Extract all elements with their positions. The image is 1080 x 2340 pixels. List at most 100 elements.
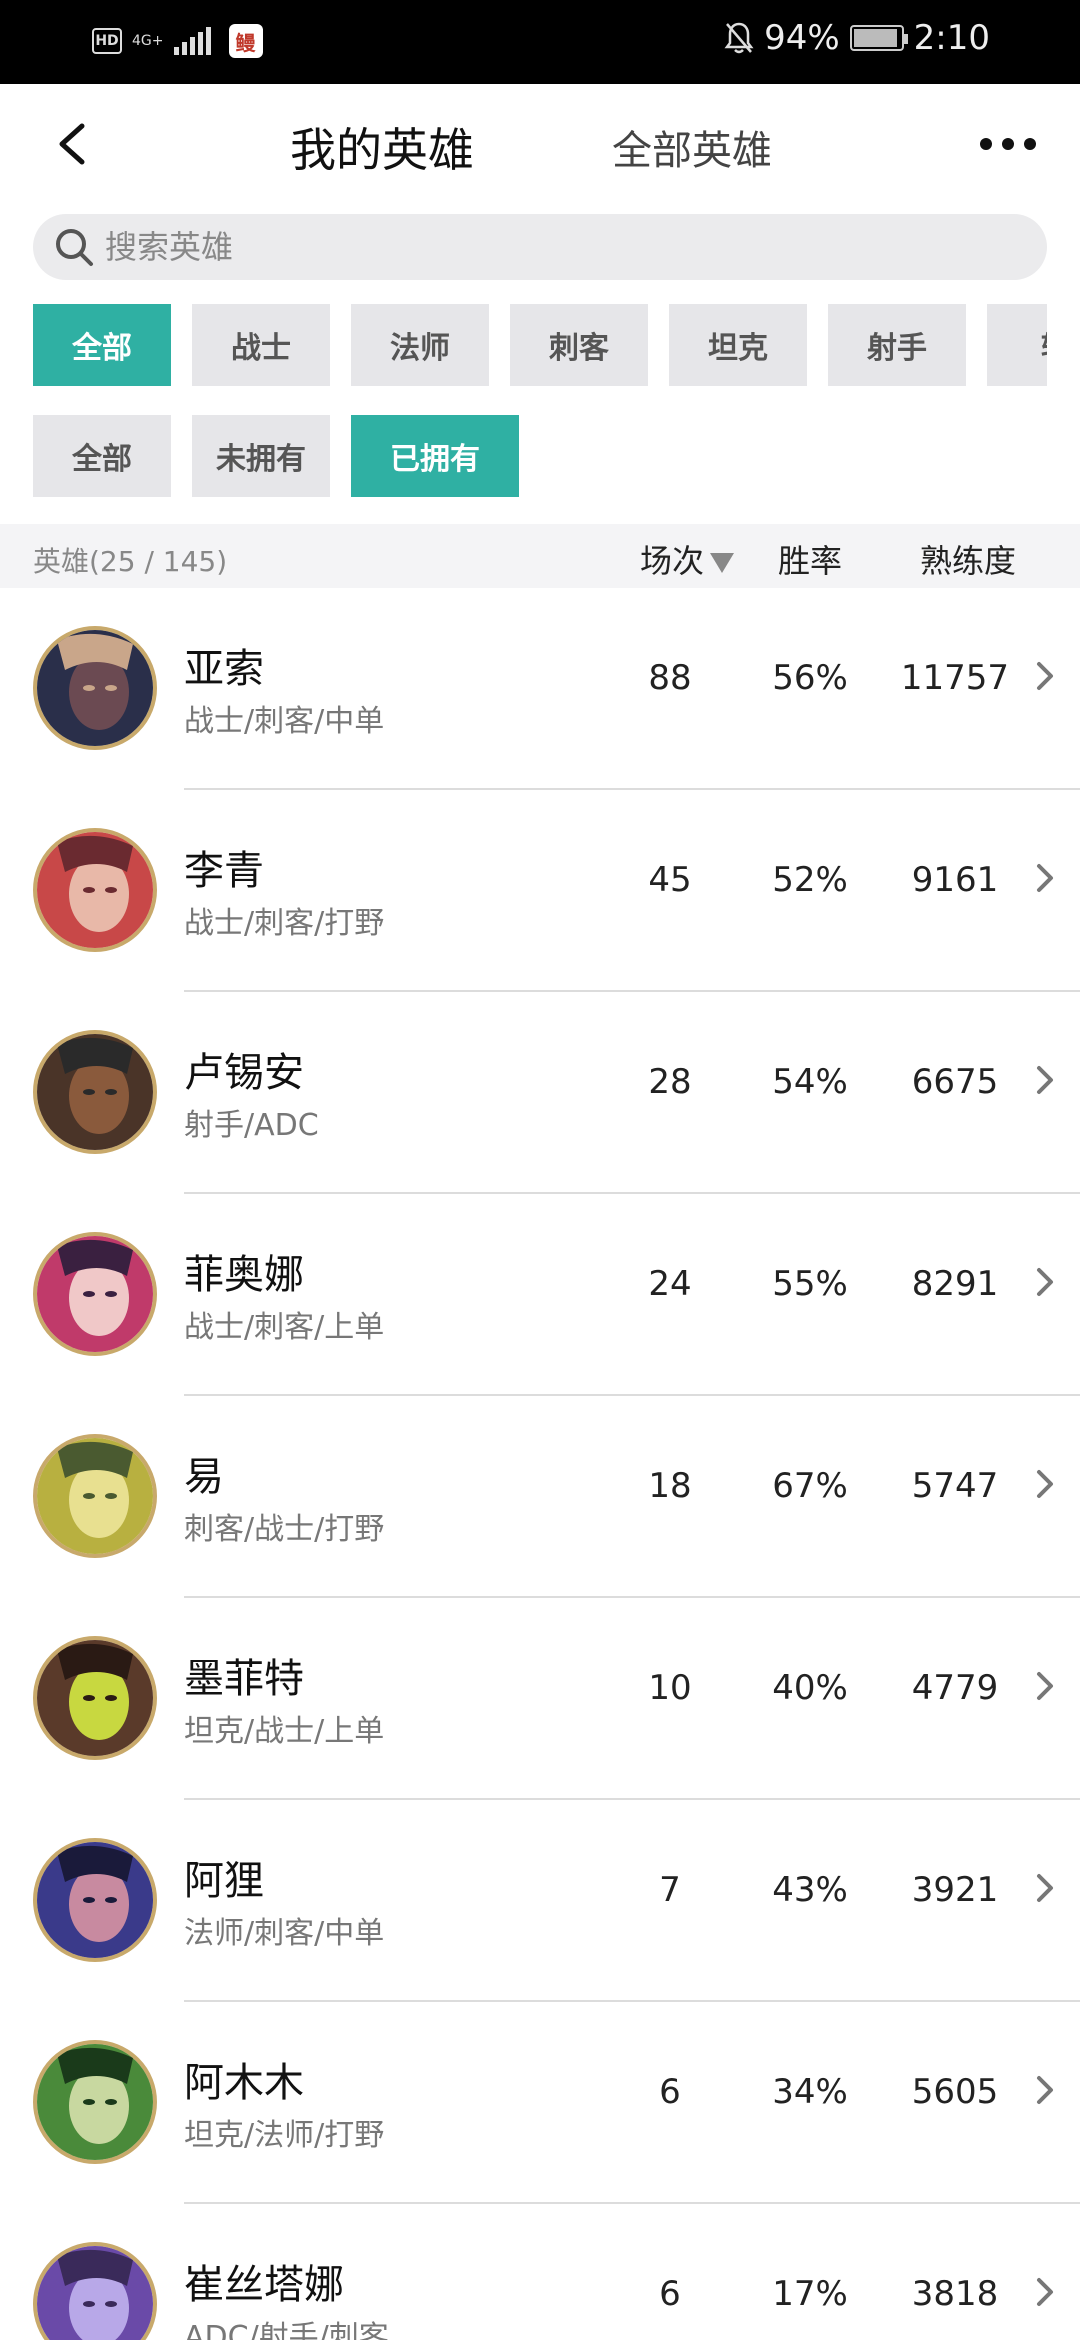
hero-winrate: 17%: [772, 2274, 848, 2314]
chevron-right-icon: [1037, 1470, 1053, 1498]
hero-roles: 坦克/战士/上单: [184, 1714, 385, 1749]
role-filter-chip[interactable]: 射手: [828, 304, 966, 386]
hero-portrait-icon: [37, 832, 153, 948]
role-filter-chip[interactable]: 全部: [33, 304, 171, 386]
hero-winrate: 54%: [772, 1062, 848, 1102]
hero-proficiency: 5605: [911, 2072, 999, 2112]
hero-proficiency: 8291: [911, 1264, 999, 1304]
hd-indicator: HD: [92, 28, 122, 54]
hero-portrait-icon: [37, 2246, 153, 2340]
sort-by-games[interactable]: 场次: [640, 536, 735, 582]
clock: 2:10: [913, 18, 990, 58]
hero-winrate: 40%: [772, 1668, 848, 1708]
role-filter-row: 全部战士法师刺客坦克射手辅: [33, 304, 1047, 386]
ownership-filter-chip[interactable]: 全部: [33, 415, 171, 497]
hero-avatar: [33, 1232, 157, 1356]
hero-games: 7: [659, 1870, 681, 1910]
more-button[interactable]: [980, 124, 1036, 164]
hero-name: 李青: [184, 848, 264, 894]
hero-avatar: [33, 2040, 157, 2164]
chevron-right-icon: [1037, 1874, 1053, 1902]
hero-portrait-icon: [37, 1034, 153, 1150]
status-bar: HD 4G+ 鳗 94% 2:10: [0, 0, 1080, 84]
hero-games: 45: [648, 860, 692, 900]
hero-roles: 战士/刺客/上单: [184, 1310, 385, 1345]
hero-roles: 战士/刺客/中单: [184, 704, 385, 739]
hero-games: 88: [648, 658, 692, 698]
search-input[interactable]: [105, 228, 1005, 266]
more-dot-icon: [1024, 138, 1036, 150]
hero-proficiency: 9161: [911, 860, 999, 900]
hero-name: 菲奥娜: [184, 1252, 304, 1298]
app-notification-icon: 鳗: [228, 24, 263, 58]
hero-avatar: [33, 1838, 157, 1962]
chevron-right-icon: [1037, 2278, 1053, 2306]
battery-fill: [853, 29, 897, 47]
hero-row[interactable]: 易刺客/战士/打野 18 67% 5747: [0, 1396, 1080, 1598]
hero-portrait-icon: [37, 1640, 153, 1756]
tab-my-heroes[interactable]: 我的英雄: [290, 114, 474, 180]
hero-name: 易: [184, 1454, 224, 1500]
hero-games: 18: [648, 1466, 692, 1506]
hero-portrait-icon: [37, 2044, 153, 2160]
hero-name: 亚索: [184, 646, 264, 692]
hero-roles: ADC/射手/刺客: [184, 2320, 389, 2340]
ownership-filter-row: 全部 未拥有 已拥有: [33, 415, 519, 497]
search-bar[interactable]: [33, 214, 1047, 280]
signal-icon: [173, 27, 211, 55]
more-dot-icon: [1002, 138, 1014, 150]
hero-proficiency: 11757: [900, 658, 1010, 698]
ownership-filter-chip[interactable]: 已拥有: [351, 415, 519, 497]
network-type: 4G+: [132, 33, 164, 49]
role-filter-chip[interactable]: 刺客: [510, 304, 648, 386]
app-header: 我的英雄 全部英雄: [0, 84, 1080, 204]
search-icon: [56, 229, 93, 266]
sort-down-icon: [710, 553, 735, 573]
chevron-right-icon: [1037, 1066, 1053, 1094]
tab-all-heroes[interactable]: 全部英雄: [612, 118, 772, 176]
hero-row[interactable]: 李青战士/刺客/打野 45 52% 9161: [0, 790, 1080, 992]
hero-games: 6: [659, 2274, 681, 2314]
hero-roles: 战士/刺客/打野: [184, 906, 385, 941]
hero-avatar: [33, 828, 157, 952]
hero-avatar: [33, 2242, 157, 2340]
back-button[interactable]: [46, 114, 106, 174]
hero-row[interactable]: 菲奥娜 战士/刺客/上单 24 55% 8291: [0, 1194, 1080, 1396]
hero-row[interactable]: 卢锡安 射手/ADC 28 54% 6675: [0, 992, 1080, 1194]
hero-row[interactable]: 墨菲特 坦克/战士/上单 10 40% 4779: [0, 1598, 1080, 1800]
chevron-right-icon: [1037, 1268, 1053, 1296]
hero-row[interactable]: 崔丝塔娜 ADC/射手/刺客 6 17% 3818: [0, 2204, 1080, 2340]
ownership-filter-chip[interactable]: 未拥有: [192, 415, 330, 497]
role-filter-chip[interactable]: 法师: [351, 304, 489, 386]
role-filter-chip[interactable]: 战士: [192, 304, 330, 386]
hero-portrait-icon: [37, 1842, 153, 1958]
more-dot-icon: [980, 138, 992, 150]
hero-proficiency: 5747: [911, 1466, 999, 1506]
hero-row[interactable]: 阿狸 法师/刺客/中单 7 43% 3921: [0, 1800, 1080, 2002]
chevron-left-icon: [59, 123, 85, 165]
chevron-right-icon: [1037, 864, 1053, 892]
games-column-label: 场次: [640, 542, 705, 580]
role-filter-chip[interactable]: 坦克: [669, 304, 807, 386]
hero-winrate: 52%: [772, 860, 848, 900]
hero-name: 阿狸: [184, 1858, 264, 1904]
hero-avatar: [33, 626, 157, 750]
hero-roles: 射手/ADC: [184, 1108, 319, 1143]
sort-by-winrate[interactable]: 胜率: [778, 536, 842, 582]
sort-by-proficiency[interactable]: 熟练度: [920, 536, 1016, 582]
battery-icon: [849, 25, 908, 51]
hero-proficiency: 3818: [911, 2274, 999, 2314]
hero-row[interactable]: 亚索 战士/刺客/中单 88 56% 11757: [0, 588, 1080, 790]
hero-winrate: 43%: [772, 1870, 848, 1910]
hero-name: 卢锡安: [184, 1050, 304, 1096]
hero-proficiency: 3921: [911, 1870, 999, 1910]
list-header: 英雄(25 / 145) 场次 胜率 熟练度: [0, 524, 1080, 588]
hero-winrate: 55%: [772, 1264, 848, 1304]
hero-winrate: 67%: [772, 1466, 848, 1506]
hero-proficiency: 4779: [911, 1668, 999, 1708]
hero-proficiency: 6675: [911, 1062, 999, 1102]
hero-row[interactable]: 阿木木 坦克/法师/打野 6 34% 5605: [0, 2002, 1080, 2204]
hero-portrait-icon: [37, 1438, 153, 1554]
role-filter-chip[interactable]: 辅: [987, 304, 1047, 386]
mute-bell-icon: [724, 22, 754, 54]
